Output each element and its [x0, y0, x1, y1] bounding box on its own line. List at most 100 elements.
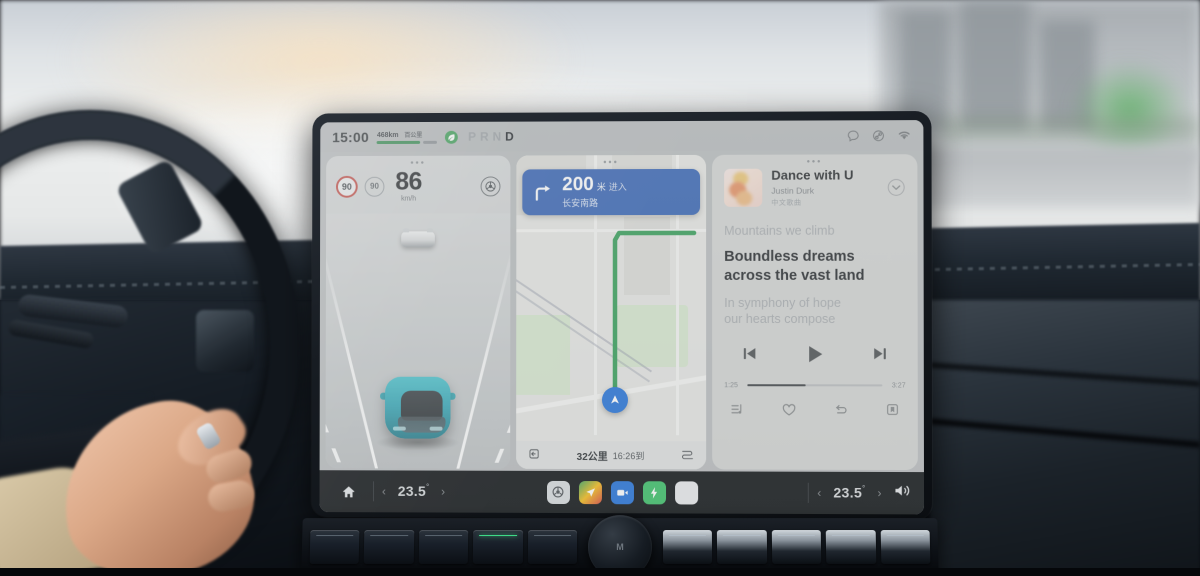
- lyric-next-2: our hearts compose: [724, 311, 905, 328]
- gear-d: D: [505, 130, 514, 144]
- infotainment-bezel: 15:00 468km 百公里 P R N D ••• 90 90 86 km/…: [312, 111, 933, 520]
- music-action-row: [724, 402, 905, 422]
- repeat-icon[interactable]: [833, 402, 848, 422]
- right-temperature-control: ‹ 23.5° ›: [817, 484, 881, 503]
- navigation-map-card[interactable]: ••• 200 米 进入 长安南路 32公里 16:26到: [516, 155, 706, 470]
- left-temp-readout[interactable]: 23.5°: [398, 482, 429, 500]
- card-grab-handle[interactable]: •••: [410, 159, 425, 168]
- card-row: ••• 90 90 86 km/h ••• 200 米 进入 长安南路 32公里…: [320, 150, 924, 470]
- right-temp-increase[interactable]: ›: [877, 486, 881, 500]
- speed-value: 86: [395, 170, 422, 195]
- nav-distance: 200: [562, 175, 594, 194]
- remaining-distance: 32公里: [577, 447, 608, 462]
- battery-bar-sub: [423, 141, 437, 144]
- steering-wheel-icon[interactable]: [481, 176, 501, 196]
- eta-time: 16:26到: [613, 449, 645, 462]
- nav-action: 进入: [609, 180, 627, 193]
- right-temp-degree: °: [862, 484, 865, 493]
- driving-visualization-card[interactable]: ••• 90 90 86 km/h: [326, 156, 511, 469]
- skip-next-icon[interactable]: [870, 344, 889, 368]
- detected-vehicle-ahead: [401, 231, 435, 247]
- console-bottom-edge: [0, 568, 1200, 576]
- playlist-icon[interactable]: [730, 402, 744, 421]
- physical-button-active[interactable]: [473, 530, 523, 564]
- now-playing-header: Dance with U Justin Durk 中文歌曲: [724, 168, 905, 207]
- physical-button[interactable]: [663, 530, 713, 564]
- music-player-card[interactable]: ••• Dance with U Justin Durk 中文歌曲 Mounta…: [712, 154, 918, 470]
- album-art-shape: [736, 191, 752, 206]
- exit-nav-icon[interactable]: [528, 448, 540, 462]
- eta-summary: 32公里 16:26到: [577, 447, 645, 462]
- control-knob[interactable]: M: [588, 515, 652, 576]
- physical-button[interactable]: [419, 530, 469, 564]
- turn-right-icon: [532, 181, 554, 203]
- album-art[interactable]: [724, 169, 762, 207]
- physical-button[interactable]: [310, 530, 360, 564]
- heart-icon[interactable]: [781, 402, 796, 422]
- physical-button[interactable]: [528, 530, 578, 564]
- status-bar-icons: [847, 129, 912, 142]
- infotainment-screen[interactable]: 15:00 468km 百公里 P R N D ••• 90 90 86 km/…: [320, 120, 925, 514]
- range-secondary-label: 百公里: [404, 130, 422, 139]
- lyric-current: Boundless dreams across the vast land: [724, 248, 905, 285]
- ego-taillight-right: [430, 427, 443, 431]
- progress-bar-row[interactable]: 1:25 3:27: [724, 382, 905, 389]
- navigation-instruction-banner[interactable]: 200 米 进入 长安南路: [522, 169, 700, 215]
- physical-button[interactable]: [880, 530, 930, 564]
- alternate-route-icon[interactable]: [681, 448, 694, 462]
- bookmark-icon[interactable]: [885, 403, 899, 422]
- app-maps-icon[interactable]: [578, 481, 601, 504]
- range-value: 468km: [377, 132, 399, 139]
- speed-limit-sign: 90: [336, 175, 358, 197]
- lyrics-panel[interactable]: Mountains we climb Boundless dreams acro…: [724, 222, 905, 327]
- clock: 15:00: [332, 129, 369, 145]
- wifi-icon[interactable]: [897, 129, 911, 141]
- left-temperature-control: ‹ 23.5° ›: [382, 482, 445, 501]
- message-icon[interactable]: [847, 129, 860, 142]
- gear-r: R: [480, 130, 489, 144]
- road-visualization: [326, 213, 511, 469]
- progress-track[interactable]: [747, 384, 882, 387]
- playback-controls: [724, 342, 905, 371]
- play-icon[interactable]: [803, 342, 827, 371]
- left-temp-decrease[interactable]: ‹: [382, 484, 386, 498]
- nav-distance-unit: 米: [597, 180, 606, 193]
- card-grab-handle[interactable]: •••: [603, 158, 618, 167]
- physical-button[interactable]: [717, 530, 767, 564]
- app-charging-icon[interactable]: [642, 481, 665, 504]
- speed-unit: km/h: [401, 196, 416, 203]
- ego-vehicle: [381, 367, 455, 443]
- chevron-down-icon[interactable]: [887, 179, 905, 197]
- volume-icon[interactable]: [894, 483, 912, 503]
- card-grab-handle[interactable]: •••: [807, 158, 823, 167]
- exterior-road: [900, 148, 1200, 208]
- app-car-control-icon[interactable]: [547, 480, 570, 503]
- dock-divider: [808, 483, 809, 503]
- skip-previous-icon[interactable]: [740, 344, 759, 368]
- total-time: 3:27: [889, 382, 905, 389]
- app-drawer-icon[interactable]: [675, 481, 698, 504]
- progress-fill: [747, 384, 805, 387]
- navigation-texts: 200 米 进入 长安南路: [562, 175, 627, 209]
- gear-n: N: [493, 130, 502, 144]
- lyric-previous: Mountains we climb: [724, 222, 905, 239]
- physical-button[interactable]: [364, 530, 414, 564]
- track-title: Dance with U: [771, 168, 878, 183]
- ego-taillight-left: [393, 427, 406, 431]
- physical-button[interactable]: [772, 530, 822, 564]
- link-icon[interactable]: [872, 129, 885, 142]
- left-temp-value: 23.5: [398, 483, 426, 499]
- exterior-building: [960, 0, 1030, 130]
- right-temp-readout[interactable]: 23.5°: [833, 484, 865, 503]
- right-temp-decrease[interactable]: ‹: [817, 486, 821, 500]
- physical-button[interactable]: [826, 530, 876, 564]
- dock-right-group: ‹ 23.5° ›: [800, 483, 912, 504]
- navigation-summary-bar: 32公里 16:26到: [516, 441, 706, 470]
- cruise-set-speed[interactable]: 90: [365, 176, 385, 196]
- home-icon[interactable]: [331, 484, 365, 499]
- status-bar: 15:00 468km 百公里 P R N D: [320, 120, 923, 152]
- left-temp-increase[interactable]: ›: [441, 485, 445, 499]
- left-temp-degree: °: [426, 482, 429, 491]
- app-dashcam-icon[interactable]: [610, 481, 633, 504]
- right-temp-value: 23.5: [833, 484, 862, 500]
